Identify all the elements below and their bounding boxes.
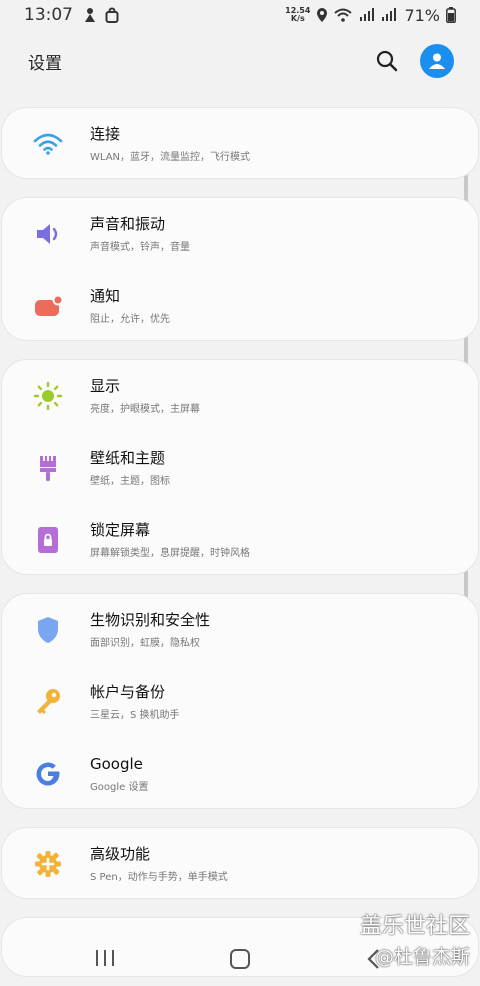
sun-icon	[32, 381, 64, 411]
settings-item-lock-screen[interactable]: 锁定屏幕 屏幕解锁类型，息屏提醒，时钟风格	[2, 504, 478, 576]
settings-item-subtitle: S Pen，动作与手势，单手模式	[90, 872, 228, 883]
wifi-icon	[32, 130, 64, 158]
person-icon	[429, 53, 445, 69]
advanced-gear-plus-icon	[32, 850, 64, 878]
settings-item-title: Google	[90, 755, 143, 773]
recent-apps-icon	[96, 950, 114, 966]
shopping-bag-icon	[105, 7, 119, 23]
battery-percent: 71%	[404, 5, 440, 25]
settings-item-connections[interactable]: 连接 WLAN，蓝牙，流量监控，飞行模式	[2, 108, 478, 180]
google-icon	[32, 760, 64, 788]
settings-group-sound-notifications: 声音和振动 声音模式，铃声，音量 通知 阻止，允许，优先	[1, 197, 479, 341]
settings-item-title: 通知	[90, 287, 121, 305]
signal-e-icon	[360, 8, 375, 21]
settings-item-notifications[interactable]: 通知 阻止，允许，优先	[2, 270, 478, 342]
settings-item-title: 锁定屏幕	[90, 521, 151, 539]
account-avatar[interactable]	[420, 44, 454, 78]
wifi-status-icon	[334, 8, 353, 22]
settings-item-sound[interactable]: 声音和振动 声音模式，铃声，音量	[2, 198, 478, 270]
watermark-line1: 盖乐世社区	[359, 914, 470, 939]
home-button[interactable]	[228, 948, 252, 970]
shield-icon	[32, 616, 64, 644]
settings-item-subtitle: Google 设置	[90, 782, 149, 793]
search-icon[interactable]	[376, 50, 398, 72]
notification-app-icon	[85, 8, 95, 22]
settings-item-subtitle: 三星云，S 换机助手	[90, 710, 180, 721]
settings-item-subtitle: 阻止，允许，优先	[90, 314, 170, 325]
settings-item-subtitle: 屏幕解锁类型，息屏提醒，时钟风格	[90, 548, 250, 559]
settings-item-display[interactable]: 显示 亮度，护眼模式，主屏幕	[2, 360, 478, 432]
home-icon	[230, 949, 250, 969]
lock-screen-icon	[32, 526, 64, 554]
settings-item-subtitle: 面部识别，虹膜，隐私权	[90, 638, 200, 649]
network-speed: 12.54 K/s	[285, 6, 311, 23]
key-icon	[32, 688, 64, 716]
settings-group-connections: 连接 WLAN，蓝牙，流量监控，飞行模式	[1, 107, 479, 179]
settings-item-biometrics-security[interactable]: 生物识别和安全性 面部识别，虹膜，隐私权	[2, 594, 478, 666]
settings-item-title: 壁纸和主题	[90, 449, 166, 467]
settings-item-title: 高级功能	[90, 845, 151, 863]
settings-group-advanced: 高级功能 S Pen，动作与手势，单手模式	[1, 827, 479, 899]
settings-item-subtitle: 声音模式，铃声，音量	[90, 242, 190, 253]
settings-item-accounts-backup[interactable]: 帐户与备份 三星云，S 换机助手	[2, 666, 478, 738]
settings-item-subtitle: 亮度，护眼模式，主屏幕	[90, 404, 200, 415]
settings-group-security-accounts: 生物识别和安全性 面部识别，虹膜，隐私权 帐户与备份 三星云，S 换机助手 Go…	[1, 593, 479, 809]
settings-item-subtitle: WLAN，蓝牙，流量监控，飞行模式	[90, 152, 251, 163]
speaker-icon	[32, 220, 64, 248]
settings-item-google[interactable]: Google Google 设置	[2, 738, 478, 810]
settings-item-subtitle: 壁纸，主题，图标	[90, 476, 170, 487]
settings-item-title: 帐户与备份	[90, 683, 166, 701]
status-bar: 13:07 12.54 K/s 71%	[0, 0, 480, 30]
settings-item-title: 声音和振动	[90, 215, 166, 233]
page-title: 设置	[28, 53, 62, 74]
brush-icon	[32, 454, 64, 482]
signal-4g-icon	[382, 8, 397, 21]
settings-item-title: 生物识别和安全性	[90, 611, 211, 629]
location-icon	[317, 8, 328, 22]
app-bar: 设置	[0, 36, 480, 86]
battery-icon	[446, 7, 456, 23]
recent-apps-button[interactable]	[94, 948, 116, 968]
settings-item-title: 连接	[90, 125, 121, 143]
status-time: 13:07	[24, 5, 73, 25]
settings-item-wallpaper-themes[interactable]: 壁纸和主题 壁纸，主题，图标	[2, 432, 478, 504]
settings-group-display: 显示 亮度，护眼模式，主屏幕 壁纸和主题 壁纸，主题，图标 锁定屏幕 屏幕解锁类…	[1, 359, 479, 575]
watermark: 盖乐世社区 @杜鲁杰斯	[360, 908, 470, 969]
settings-item-title: 显示	[90, 377, 121, 395]
notification-icon	[32, 292, 64, 320]
watermark-line2: @杜鲁杰斯	[374, 946, 470, 968]
settings-item-advanced-features[interactable]: 高级功能 S Pen，动作与手势，单手模式	[2, 828, 478, 900]
